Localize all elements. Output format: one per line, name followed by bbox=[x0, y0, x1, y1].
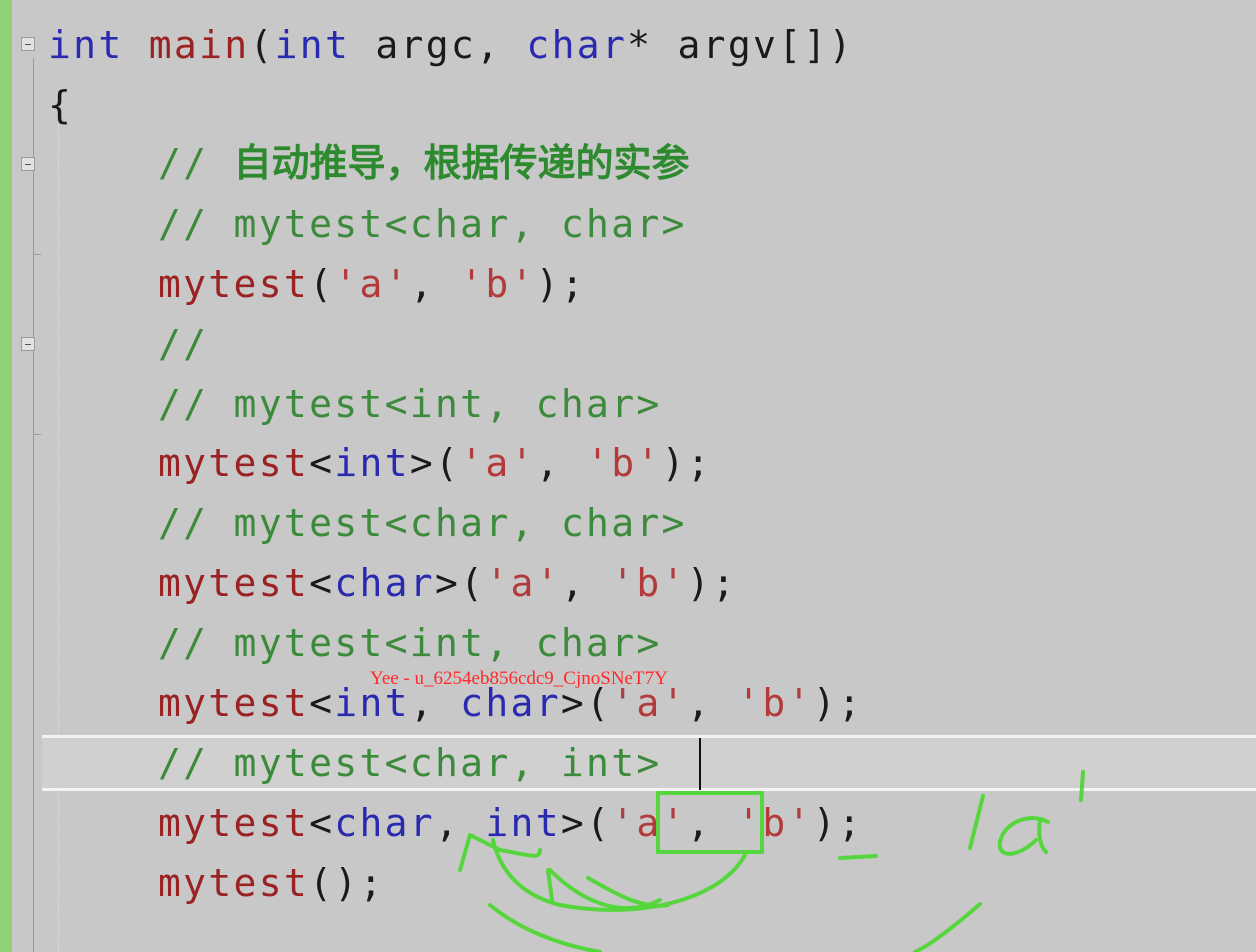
highlight-box bbox=[656, 791, 764, 854]
ink-quote-right bbox=[1079, 770, 1085, 802]
ink-letter-a bbox=[997, 816, 1050, 856]
handwritten-annotation bbox=[458, 770, 1085, 952]
ink-quote-left bbox=[968, 794, 985, 850]
ink-scribble bbox=[488, 868, 602, 952]
ink-arrow-right bbox=[913, 902, 982, 952]
ink-arrow-curve-2 bbox=[548, 868, 670, 910]
ink-arrow-head-1 bbox=[458, 833, 542, 872]
ink-underline bbox=[838, 854, 878, 860]
